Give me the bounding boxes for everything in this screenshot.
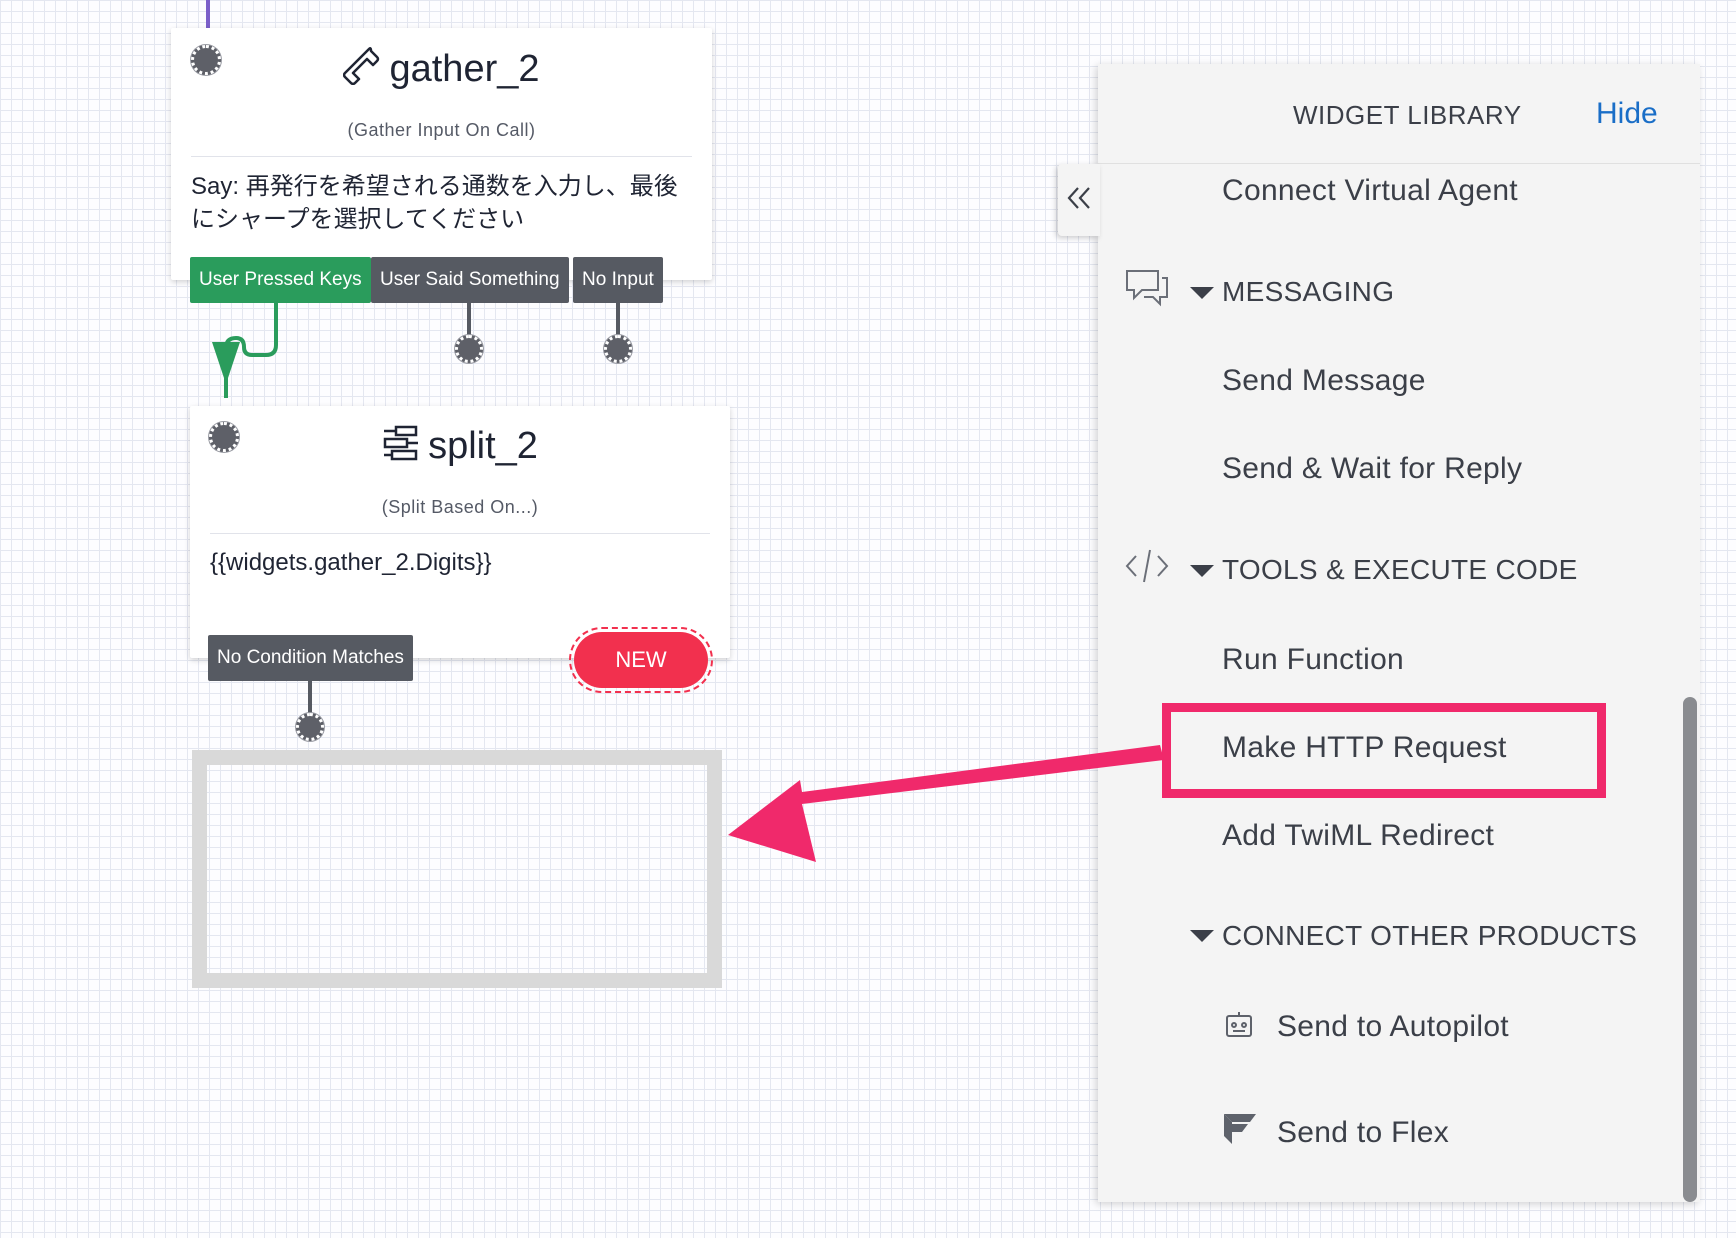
hide-panel-link[interactable]: Hide — [1596, 97, 1658, 131]
chat-bubble-icon — [1124, 268, 1170, 313]
flex-icon — [1222, 1110, 1258, 1151]
split-widget-name: split_2 — [428, 425, 538, 468]
section-connect-other-products[interactable]: CONNECT OTHER PRODUCTS — [1222, 920, 1637, 952]
split-widget-body: {{widgets.gather_2.Digits}} — [210, 549, 492, 576]
widget-send-to-autopilot[interactable]: Send to Autopilot — [1277, 1010, 1509, 1044]
phone-icon — [343, 47, 381, 95]
widget-add-twiml-redirect[interactable]: Add TwiML Redirect — [1222, 819, 1494, 853]
split-widget-type: (Split Based On...) — [381, 497, 539, 517]
transition-no-input[interactable]: No Input — [573, 257, 663, 303]
gather-widget-type: (Gather Input On Call) — [347, 120, 536, 140]
messaging-caret-icon[interactable] — [1190, 287, 1214, 299]
new-transition-button[interactable]: NEW — [569, 627, 713, 693]
section-tools-execute-code[interactable]: TOOLS & EXECUTE CODE — [1222, 554, 1578, 586]
output-port-user-said-something[interactable] — [455, 335, 483, 363]
gather-widget-body: Say: 再発行を希望される通数を入力し、最後にシャープを選択してください — [191, 173, 678, 233]
divider — [210, 533, 710, 534]
widget-drop-placeholder[interactable] — [192, 750, 722, 988]
autopilot-icon — [1224, 1010, 1254, 1045]
split-widget-title: split_2 — [190, 424, 730, 472]
transition-no-condition-matches[interactable]: No Condition Matches — [208, 635, 413, 681]
highlight-make-http-request — [1162, 703, 1606, 798]
panel-scrollbar[interactable] — [1683, 697, 1697, 1202]
section-messaging[interactable]: MESSAGING — [1222, 276, 1394, 308]
double-chevron-left-icon — [1064, 183, 1094, 218]
collapse-panel-button[interactable] — [1058, 164, 1100, 236]
gather-widget-title: gather_2 — [171, 47, 712, 95]
transition-user-said-something[interactable]: User Said Something — [371, 257, 569, 303]
widget-send-to-flex[interactable]: Send to Flex — [1277, 1116, 1449, 1150]
output-port-no-input[interactable] — [604, 335, 632, 363]
widget-library-title: WIDGET LIBRARY — [1293, 100, 1522, 130]
code-icon — [1124, 546, 1170, 591]
tools-caret-icon[interactable] — [1190, 565, 1214, 577]
output-port-no-condition-matches[interactable] — [296, 713, 324, 741]
divider — [191, 156, 692, 157]
connect-products-caret-icon[interactable] — [1190, 930, 1214, 942]
split-widget-card[interactable]: split_2 (Split Based On...) {{widgets.ga… — [190, 406, 730, 658]
widget-connect-virtual-agent[interactable]: Connect Virtual Agent — [1222, 174, 1518, 208]
gather-widget-name: gather_2 — [389, 48, 540, 91]
widget-send-message[interactable]: Send Message — [1222, 364, 1426, 398]
split-icon — [382, 424, 420, 472]
new-transition-label: NEW — [574, 632, 708, 688]
widget-send-wait-reply[interactable]: Send & Wait for Reply — [1222, 452, 1522, 486]
transition-user-pressed-keys[interactable]: User Pressed Keys — [190, 257, 371, 303]
widget-run-function[interactable]: Run Function — [1222, 643, 1404, 677]
gather-widget-card[interactable]: gather_2 (Gather Input On Call) Say: 再発行… — [171, 28, 712, 280]
